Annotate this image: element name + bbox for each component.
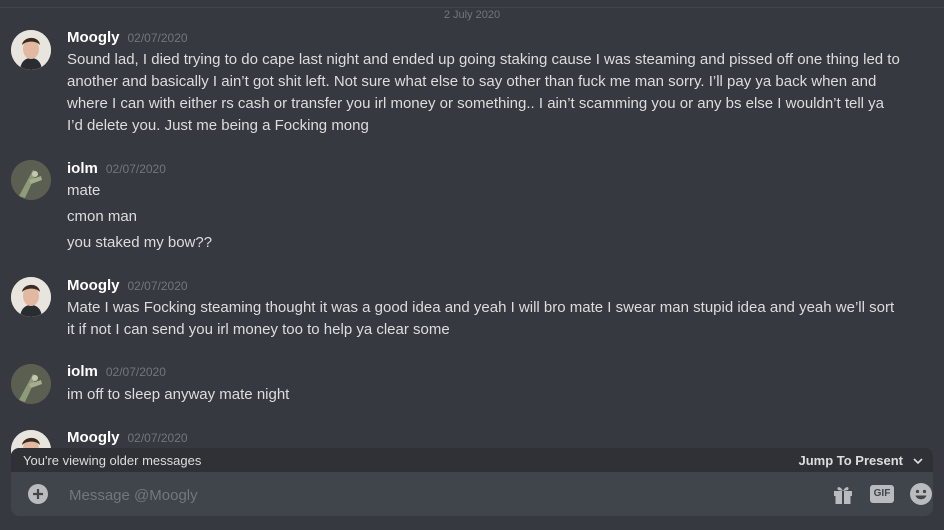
message-timestamp: 02/07/2020 [105, 365, 166, 379]
jump-to-present-button[interactable]: Jump To Present [798, 453, 923, 468]
gif-icon: GIF [870, 485, 894, 503]
plus-circle-icon [28, 484, 48, 504]
message-text: im off to sleep anyway mate night [67, 386, 290, 403]
date-divider-label: 2 July 2020 [437, 8, 507, 22]
message-text: it if not I can send you irl money too t… [67, 321, 450, 338]
emoji-smile-icon [910, 483, 932, 505]
moogly-avatar-icon [11, 277, 51, 317]
avatar[interactable] [11, 364, 51, 404]
emoji-button[interactable] [909, 482, 935, 506]
message-text: you staked my bow?? [67, 234, 213, 251]
message-timestamp: 02/07/2020 [105, 162, 166, 176]
message-timestamp: 02/07/2020 [127, 431, 188, 445]
message-text: I’d delete you. Just me being a Focking … [67, 117, 369, 134]
gift-icon [834, 487, 852, 504]
chevron-down-icon [913, 457, 923, 464]
message-author[interactable]: Moogly [67, 29, 120, 46]
message-timestamp: 02/07/2020 [127, 279, 188, 293]
date-divider: 2 July 2020 [0, 7, 944, 22]
gift-button[interactable] [831, 482, 857, 506]
message-text: cmon man [67, 208, 138, 225]
message-text: Mate I was Focking steaming thought it w… [67, 299, 895, 316]
message-author[interactable]: iolm [67, 363, 98, 380]
jump-to-present-label: Jump To Present [798, 453, 903, 468]
gif-button[interactable]: GIF [870, 482, 896, 506]
message-author[interactable]: iolm [67, 160, 98, 177]
avatar[interactable] [11, 277, 51, 317]
message-input[interactable] [67, 482, 671, 508]
message-text: another and basically I ain’t got shit l… [67, 73, 877, 90]
message-composer: GIF [11, 472, 933, 516]
older-messages-text: You're viewing older messages [23, 453, 202, 468]
message-timestamp: 02/07/2020 [127, 31, 188, 45]
add-attachment-button[interactable] [27, 483, 49, 505]
iolm-avatar-icon [11, 160, 51, 200]
message-text: where I can with either rs cash or trans… [67, 95, 885, 112]
message-text: mate [67, 182, 101, 199]
avatar[interactable] [11, 160, 51, 200]
older-messages-bar: You're viewing older messages Jump To Pr… [11, 448, 933, 474]
moogly-avatar-icon [11, 30, 51, 70]
message-author[interactable]: Moogly [67, 277, 120, 294]
iolm-avatar-icon [11, 364, 51, 404]
message-text: Sound lad, I died trying to do cape last… [67, 51, 900, 68]
avatar[interactable] [11, 30, 51, 70]
message-author[interactable]: Moogly [67, 429, 120, 446]
